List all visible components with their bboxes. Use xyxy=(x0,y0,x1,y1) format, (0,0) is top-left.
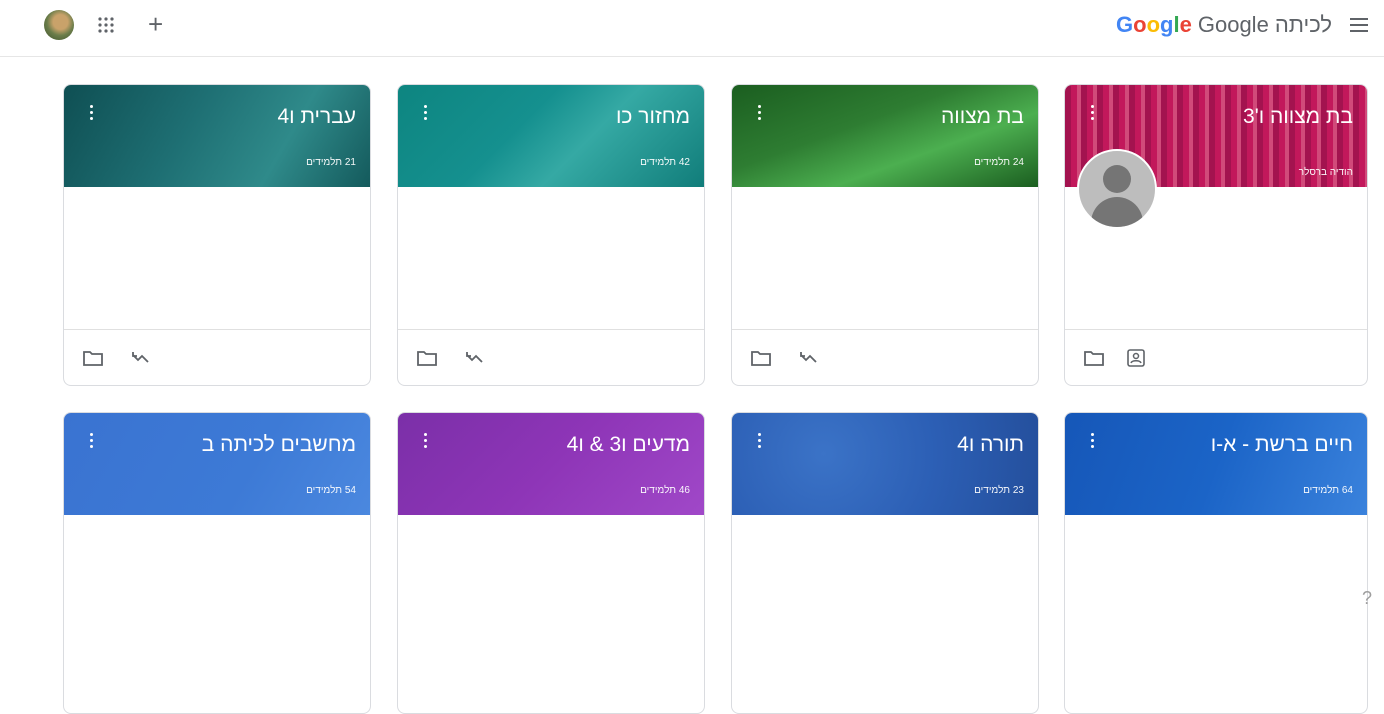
card-title[interactable]: תורה ו4 xyxy=(957,433,1024,457)
card-title[interactable]: מחזור כו xyxy=(616,105,690,129)
more-options-icon[interactable] xyxy=(90,105,94,121)
more-options-icon[interactable] xyxy=(1091,105,1095,121)
class-card[interactable]: בת מצווה 24 תלמידים xyxy=(731,84,1039,386)
card-footer xyxy=(398,329,704,385)
card-title[interactable]: בת מצווה ו'3 xyxy=(1243,105,1353,129)
card-subtitle: 21 תלמידים xyxy=(306,157,356,168)
teacher-avatar[interactable] xyxy=(1077,149,1157,229)
card-subtitle: 24 תלמידים xyxy=(974,157,1024,168)
class-card[interactable]: מחזור כו 42 תלמידים xyxy=(397,84,705,386)
card-title[interactable]: מחשבים לכיתה ב xyxy=(202,433,356,457)
folder-icon[interactable] xyxy=(750,349,772,367)
more-options-icon[interactable] xyxy=(1091,433,1095,449)
card-subtitle: 42 תלמידים xyxy=(640,157,690,168)
trend-icon[interactable] xyxy=(798,349,820,367)
class-card[interactable]: חיים ברשת - א-ו 64 תלמידים xyxy=(1064,412,1368,714)
class-card[interactable]: עברית ו4 21 תלמידים xyxy=(63,84,371,386)
card-footer xyxy=(64,329,370,385)
help-icon[interactable]: ? xyxy=(1362,588,1372,609)
card-header[interactable]: מדעים ו3 & ו4 46 תלמידים xyxy=(398,413,704,515)
more-options-icon[interactable] xyxy=(758,105,762,121)
card-subtitle: 46 תלמידים xyxy=(640,485,690,496)
card-header[interactable]: מחזור כו 42 תלמידים xyxy=(398,85,704,187)
card-subtitle: 64 תלמידים xyxy=(1303,485,1353,496)
card-footer xyxy=(1065,329,1367,385)
card-title[interactable]: בת מצווה xyxy=(941,105,1024,129)
class-cards: עברית ו4 21 תלמידים מחזור כו 42 תלמידים … xyxy=(0,0,1384,714)
more-options-icon[interactable] xyxy=(758,433,762,449)
card-title[interactable]: חיים ברשת - א-ו xyxy=(1211,433,1353,457)
card-header[interactable]: מחשבים לכיתה ב 54 תלמידים xyxy=(64,413,370,515)
card-header[interactable]: עברית ו4 21 תלמידים xyxy=(64,85,370,187)
card-subtitle: 23 תלמידים xyxy=(974,485,1024,496)
class-card[interactable]: בת מצווה ו'3 הודיה ברסלר xyxy=(1064,84,1368,386)
trend-icon[interactable] xyxy=(464,349,486,367)
class-card[interactable]: תורה ו4 23 תלמידים xyxy=(731,412,1039,714)
card-header[interactable]: חיים ברשת - א-ו 64 תלמידים xyxy=(1065,413,1367,515)
card-title[interactable]: מדעים ו3 & ו4 xyxy=(567,433,690,457)
card-footer xyxy=(732,329,1038,385)
more-options-icon[interactable] xyxy=(424,105,428,121)
trend-icon[interactable] xyxy=(130,349,152,367)
folder-icon[interactable] xyxy=(1083,349,1105,367)
card-subtitle: 54 תלמידים xyxy=(306,485,356,496)
class-card[interactable]: מדעים ו3 & ו4 46 תלמידים xyxy=(397,412,705,714)
class-card[interactable]: מחשבים לכיתה ב 54 תלמידים xyxy=(63,412,371,714)
card-title[interactable]: עברית ו4 xyxy=(277,105,356,129)
teacher-name[interactable]: הודיה ברסלר xyxy=(1299,167,1353,178)
folder-icon[interactable] xyxy=(82,349,104,367)
more-options-icon[interactable] xyxy=(90,433,94,449)
card-header[interactable]: תורה ו4 23 תלמידים xyxy=(732,413,1038,515)
card-header[interactable]: בת מצווה 24 תלמידים xyxy=(732,85,1038,187)
more-options-icon[interactable] xyxy=(424,433,428,449)
folder-icon[interactable] xyxy=(416,349,438,367)
class-roster-icon[interactable] xyxy=(1125,349,1147,367)
